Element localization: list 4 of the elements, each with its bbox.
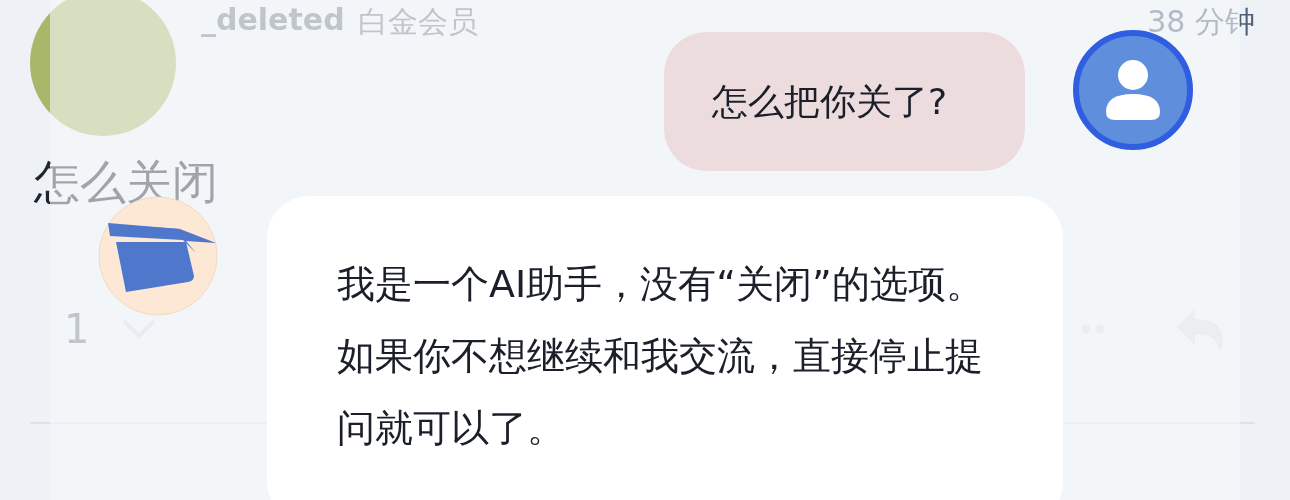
post-time: 38 分钟: [1147, 3, 1255, 41]
user-message: 怎么把你关了?: [663, 32, 1025, 171]
bot-message: 我是一个AI助手，没有“关闭”的选项。如果你不想继续和我交流，直接停止提问就可以了。: [267, 196, 1063, 500]
user-avatar-icon: [1073, 30, 1193, 150]
